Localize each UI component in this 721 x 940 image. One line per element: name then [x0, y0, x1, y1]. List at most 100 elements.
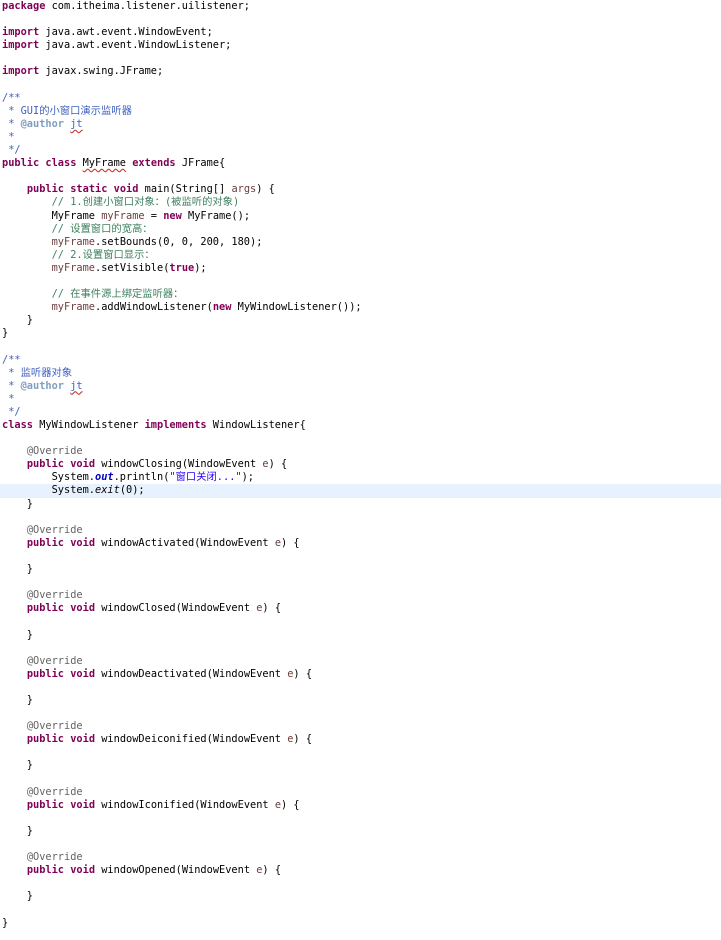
code-line[interactable]: myFrame.addWindowListener(new MyWindowLi…	[0, 301, 721, 314]
code-line[interactable]: ​	[0, 838, 721, 851]
code-line[interactable]: ​	[0, 746, 721, 759]
code-token: // 设置窗口的宽高：	[51, 222, 153, 235]
code-token: myFrame	[51, 235, 96, 248]
code-line[interactable]: // 1.创建小窗口对象：(被监听的对象)	[0, 196, 721, 209]
code-line[interactable]: public void windowIconified(WindowEvent …	[0, 799, 721, 812]
code-line[interactable]: }	[0, 327, 721, 340]
code-line[interactable]: * @author jt	[0, 380, 721, 393]
code-editor[interactable]: package com.itheima.listener.uilistener;…	[0, 0, 721, 940]
code-token: *	[2, 117, 21, 130]
code-line[interactable]: *	[0, 393, 721, 406]
code-token: "窗口关闭..."	[169, 471, 242, 484]
code-line[interactable]: ​	[0, 432, 721, 445]
code-line[interactable]: public class MyFrame extends JFrame{	[0, 157, 721, 170]
code-line[interactable]: public void windowActivated(WindowEvent …	[0, 537, 721, 550]
code-token: public	[26, 667, 65, 680]
code-line[interactable]: ​	[0, 877, 721, 890]
code-token: java.awt.event.WindowListener;	[39, 39, 232, 52]
code-line[interactable]: *	[0, 131, 721, 144]
code-line[interactable]: * @author jt	[0, 118, 721, 131]
code-line[interactable]: @Override	[0, 786, 721, 799]
code-line[interactable]: ​	[0, 13, 721, 26]
code-line[interactable]: /**	[0, 354, 721, 367]
code-line[interactable]: public void windowOpened(WindowEvent e) …	[0, 864, 721, 877]
code-line[interactable]: */	[0, 144, 721, 157]
code-line[interactable]: ​	[0, 550, 721, 563]
code-line[interactable]: }	[0, 890, 721, 903]
code-line[interactable]: ​	[0, 170, 721, 183]
code-line[interactable]: }	[0, 917, 721, 930]
code-token: public	[26, 733, 65, 746]
code-line[interactable]: }	[0, 498, 721, 511]
code-line[interactable]: ​	[0, 707, 721, 720]
code-token: jt	[70, 379, 83, 392]
code-line[interactable]: ​	[0, 903, 721, 916]
code-line[interactable]: * GUI的小窗口演示监听器	[0, 105, 721, 118]
code-line[interactable]: MyFrame myFrame = new MyFrame();	[0, 210, 721, 223]
code-token: }	[2, 693, 33, 706]
code-line[interactable]: ​	[0, 812, 721, 825]
code-line[interactable]: }	[0, 694, 721, 707]
code-token: public	[26, 864, 65, 877]
code-line[interactable]: }	[0, 825, 721, 838]
code-line[interactable]: import java.awt.event.WindowListener;	[0, 39, 721, 52]
code-token: javax.swing.JFrame;	[39, 65, 164, 78]
code-line[interactable]: public void windowClosed(WindowEvent e) …	[0, 602, 721, 615]
code-line[interactable]: // 在事件源上绑定监听器：	[0, 288, 721, 301]
code-line[interactable]: // 设置窗口的宽高：	[0, 223, 721, 236]
code-line[interactable]: class MyWindowListener implements Window…	[0, 419, 721, 432]
code-token: public	[26, 798, 65, 811]
code-line[interactable]: @Override	[0, 655, 721, 668]
code-line[interactable]: ​	[0, 681, 721, 694]
code-line[interactable]: ​	[0, 642, 721, 655]
code-line[interactable]: // 2.设置窗口显示：	[0, 249, 721, 262]
code-token: import	[2, 39, 40, 52]
code-token: void	[70, 536, 96, 549]
code-line[interactable]: package com.itheima.listener.uilistener;	[0, 0, 721, 13]
code-line[interactable]: }	[0, 563, 721, 576]
code-line[interactable]: @Override	[0, 720, 721, 733]
code-token: void	[113, 183, 139, 196]
code-line[interactable]: ​	[0, 79, 721, 92]
code-line[interactable]: /**	[0, 92, 721, 105]
code-line[interactable]: ​	[0, 511, 721, 524]
code-line[interactable]: myFrame.setVisible(true);	[0, 262, 721, 275]
code-line[interactable]: }	[0, 629, 721, 642]
code-line[interactable]: */	[0, 406, 721, 419]
code-token: // 1.创建小窗口对象：(被监听的对象)	[51, 196, 240, 209]
code-token: ) {	[262, 602, 282, 615]
code-line[interactable]: ​	[0, 340, 721, 353]
code-line[interactable]: }	[0, 314, 721, 327]
code-token: new	[212, 301, 232, 314]
code-line[interactable]: myFrame.setBounds(0, 0, 200, 180);	[0, 236, 721, 249]
code-line[interactable]: public static void main(String[] args) {	[0, 183, 721, 196]
code-line[interactable]: ​	[0, 773, 721, 786]
code-line[interactable]: @Override	[0, 589, 721, 602]
code-line[interactable]: ​	[0, 615, 721, 628]
code-line[interactable]: public void windowDeiconified(WindowEven…	[0, 733, 721, 746]
code-line[interactable]: * 监听器对象	[0, 367, 721, 380]
code-line[interactable]: @Override	[0, 524, 721, 537]
code-line[interactable]: @Override	[0, 445, 721, 458]
code-line[interactable]: @Override	[0, 851, 721, 864]
code-line[interactable]: ​	[0, 52, 721, 65]
code-line[interactable]: System.out.println("窗口关闭...");	[0, 471, 721, 484]
code-token: extends	[132, 157, 176, 170]
code-line[interactable]: import javax.swing.JFrame;	[0, 65, 721, 78]
code-line[interactable]: public void windowDeactivated(WindowEven…	[0, 668, 721, 681]
code-token: // 在事件源上绑定监听器：	[51, 288, 184, 301]
code-line[interactable]: import java.awt.event.WindowEvent;	[0, 26, 721, 39]
code-line[interactable]: }	[0, 759, 721, 772]
code-line[interactable]: public void windowClosing(WindowEvent e)…	[0, 458, 721, 471]
code-line[interactable]: ​	[0, 275, 721, 288]
code-token: WindowListener{	[206, 419, 306, 431]
code-line[interactable]: ​	[0, 576, 721, 589]
code-line[interactable]: System.exit(0);	[0, 484, 721, 498]
code-token: // 2.设置窗口显示：	[51, 248, 155, 261]
